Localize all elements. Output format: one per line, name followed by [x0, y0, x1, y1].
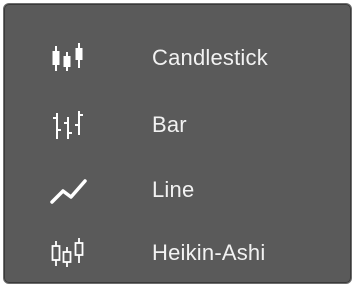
heikin-ashi-chart-icon	[48, 233, 88, 273]
menu-item-label: Heikin-Ashi	[152, 240, 266, 265]
menu-item-line[interactable]: Line	[4, 158, 351, 222]
chart-type-menu: Candlestick Bar Line Heikin-Ashi	[3, 3, 352, 284]
menu-item-label: Candlestick	[152, 45, 268, 70]
menu-item-label: Bar	[152, 112, 187, 137]
menu-item-heikin-ashi[interactable]: Heikin-Ashi	[4, 222, 351, 284]
menu-item-label: Line	[152, 177, 195, 202]
menu-item-bar[interactable]: Bar	[4, 92, 351, 158]
line-chart-icon	[48, 170, 88, 210]
ohlc-bar-chart-icon	[48, 105, 88, 145]
candlestick-chart-icon	[48, 38, 88, 78]
menu-item-candlestick[interactable]: Candlestick	[4, 24, 351, 92]
